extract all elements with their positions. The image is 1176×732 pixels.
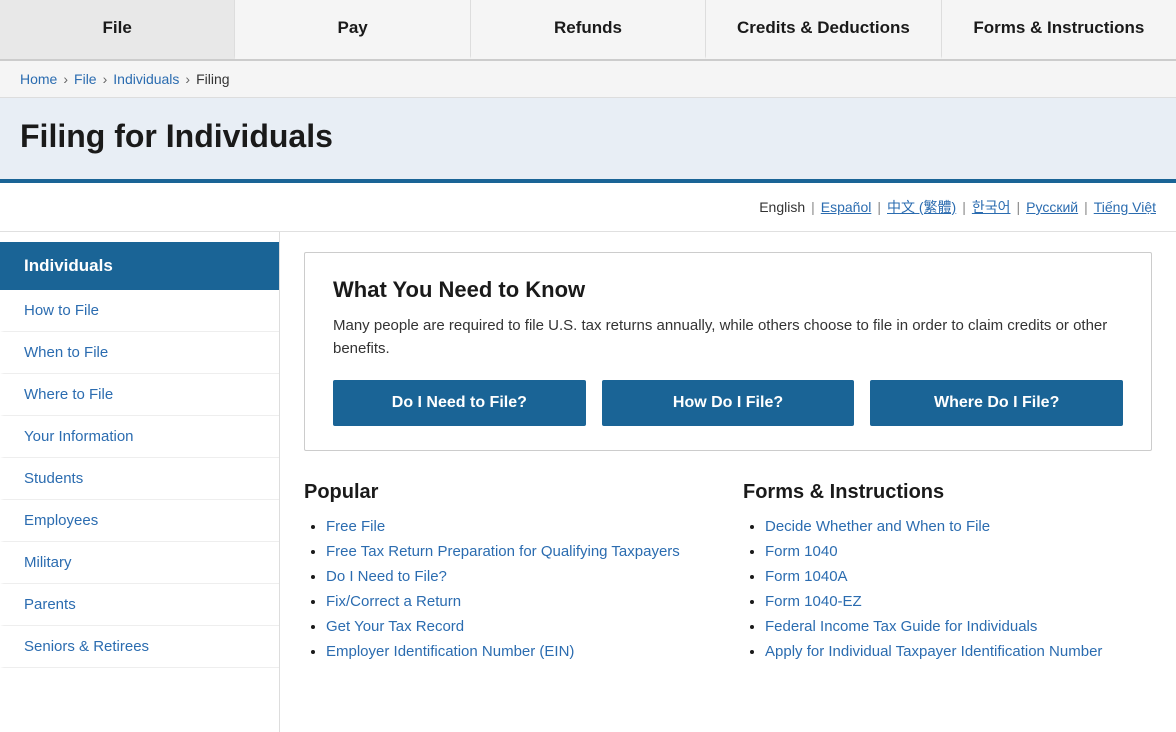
popular-link-get-your-tax-record[interactable]: Get Your Tax Record	[326, 618, 464, 635]
sidebar-item-how-to-file[interactable]: How to File	[0, 290, 279, 332]
popular-link-free-tax-return-preparation-fo[interactable]: Free Tax Return Preparation for Qualifyi…	[326, 543, 680, 560]
lang-separator: |	[1084, 199, 1088, 215]
info-box-description: Many people are required to file U.S. ta…	[333, 315, 1123, 360]
list-item: Employer Identification Number (EIN)	[326, 643, 713, 660]
sidebar-item-students[interactable]: Students	[0, 458, 279, 500]
info-box-title: What You Need to Know	[333, 277, 1123, 303]
lang-current: English	[759, 199, 805, 215]
forms-link-apply-for-individual-taxpayer-[interactable]: Apply for Individual Taxpayer Identifica…	[765, 643, 1102, 660]
sidebar-item-military[interactable]: Military	[0, 542, 279, 584]
lang-separator: |	[1017, 199, 1021, 215]
list-item: Fix/Correct a Return	[326, 593, 713, 610]
forms-list: Decide Whether and When to File Form 1040…	[743, 518, 1152, 660]
lang-link-tiếng-việt[interactable]: Tiếng Việt	[1094, 199, 1156, 215]
lang-link-한국어[interactable]: 한국어	[972, 199, 1011, 215]
page-title: Filing for Individuals	[20, 118, 1156, 155]
popular-link-do-i-need-to-file?[interactable]: Do I Need to File?	[326, 568, 447, 585]
lang-separator: |	[811, 199, 815, 215]
forms-link-form-1040a[interactable]: Form 1040A	[765, 568, 848, 585]
main-content: What You Need to Know Many people are re…	[280, 232, 1176, 732]
forms-heading: Forms & Instructions	[743, 481, 1152, 504]
breadcrumb-link-individuals[interactable]: Individuals	[113, 71, 179, 87]
breadcrumb-bar: Home › File › Individuals › Filing	[0, 61, 1176, 98]
list-item: Apply for Individual Taxpayer Identifica…	[765, 643, 1152, 660]
list-item: Do I Need to File?	[326, 568, 713, 585]
two-col-links: Popular Free File Free Tax Return Prepara…	[304, 481, 1152, 668]
nav-item-nav-credits[interactable]: Credits & Deductions	[706, 0, 941, 59]
popular-link-fix-correct-a-return[interactable]: Fix/Correct a Return	[326, 593, 461, 610]
language-bar: English | Español | 中文 (繁體) | 한국어 | Русский | Tiến…	[0, 183, 1176, 232]
info-btn-do-i-need-to-file-[interactable]: Do I Need to File?	[333, 380, 586, 426]
breadcrumb-separator: ›	[103, 71, 108, 87]
popular-list: Free File Free Tax Return Preparation for…	[304, 518, 713, 660]
lang-separator: |	[962, 199, 966, 215]
forms-link-form-1040-ez[interactable]: Form 1040-EZ	[765, 593, 862, 610]
nav-item-nav-pay[interactable]: Pay	[235, 0, 470, 59]
sidebar-item-parents[interactable]: Parents	[0, 584, 279, 626]
lang-link-русский[interactable]: Русский	[1026, 199, 1078, 215]
list-item: Free Tax Return Preparation for Qualifyi…	[326, 543, 713, 560]
list-item: Form 1040	[765, 543, 1152, 560]
forms-link-federal-income-tax-guide-for-i[interactable]: Federal Income Tax Guide for Individuals	[765, 618, 1037, 635]
list-item: Decide Whether and When to File	[765, 518, 1152, 535]
lang-link-español[interactable]: Español	[821, 199, 872, 215]
info-buttons: Do I Need to File? How Do I File? Where Do…	[333, 380, 1123, 426]
sidebar: Individuals How to FileWhen to FileWhere…	[0, 232, 280, 732]
popular-link-free-file[interactable]: Free File	[326, 518, 385, 535]
breadcrumb: Home › File › Individuals › Filing	[20, 71, 1156, 87]
breadcrumb-link-file[interactable]: File	[74, 71, 97, 87]
info-btn-how-do-i-file-[interactable]: How Do I File?	[602, 380, 855, 426]
list-item: Free File	[326, 518, 713, 535]
list-item: Form 1040-EZ	[765, 593, 1152, 610]
list-item: Get Your Tax Record	[326, 618, 713, 635]
page-header: Filing for Individuals	[0, 98, 1176, 183]
sidebar-item-employees[interactable]: Employees	[0, 500, 279, 542]
list-item: Form 1040A	[765, 568, 1152, 585]
forms-section: Forms & Instructions Decide Whether and …	[743, 481, 1152, 668]
sidebar-item-seniors-&-retirees[interactable]: Seniors & Retirees	[0, 626, 279, 668]
main-layout: Individuals How to FileWhen to FileWhere…	[0, 232, 1176, 732]
sidebar-item-when-to-file[interactable]: When to File	[0, 332, 279, 374]
info-btn-where-do-i-file-[interactable]: Where Do I File?	[870, 380, 1123, 426]
info-box: What You Need to Know Many people are re…	[304, 252, 1152, 451]
popular-section: Popular Free File Free Tax Return Prepara…	[304, 481, 713, 668]
breadcrumb-separator: ›	[185, 71, 190, 87]
popular-heading: Popular	[304, 481, 713, 504]
forms-link-decide-whether-and-when-to-fil[interactable]: Decide Whether and When to File	[765, 518, 990, 535]
popular-link-employer-identification-number[interactable]: Employer Identification Number (EIN)	[326, 643, 574, 660]
breadcrumb-current: Filing	[196, 71, 229, 87]
top-nav: FilePayRefundsCredits & DeductionsForms …	[0, 0, 1176, 61]
breadcrumb-link-home[interactable]: Home	[20, 71, 57, 87]
sidebar-item-where-to-file[interactable]: Where to File	[0, 374, 279, 416]
nav-item-nav-refunds[interactable]: Refunds	[471, 0, 706, 59]
list-item: Federal Income Tax Guide for Individuals	[765, 618, 1152, 635]
forms-link-form-1040[interactable]: Form 1040	[765, 543, 838, 560]
breadcrumb-separator: ›	[63, 71, 68, 87]
lang-link-中文-(繁體)[interactable]: 中文 (繁體)	[887, 199, 956, 215]
nav-item-nav-forms[interactable]: Forms & Instructions	[942, 0, 1176, 59]
lang-separator: |	[877, 199, 881, 215]
sidebar-header: Individuals	[0, 242, 279, 290]
sidebar-item-your-information[interactable]: Your Information	[0, 416, 279, 458]
nav-item-nav-file[interactable]: File	[0, 0, 235, 59]
